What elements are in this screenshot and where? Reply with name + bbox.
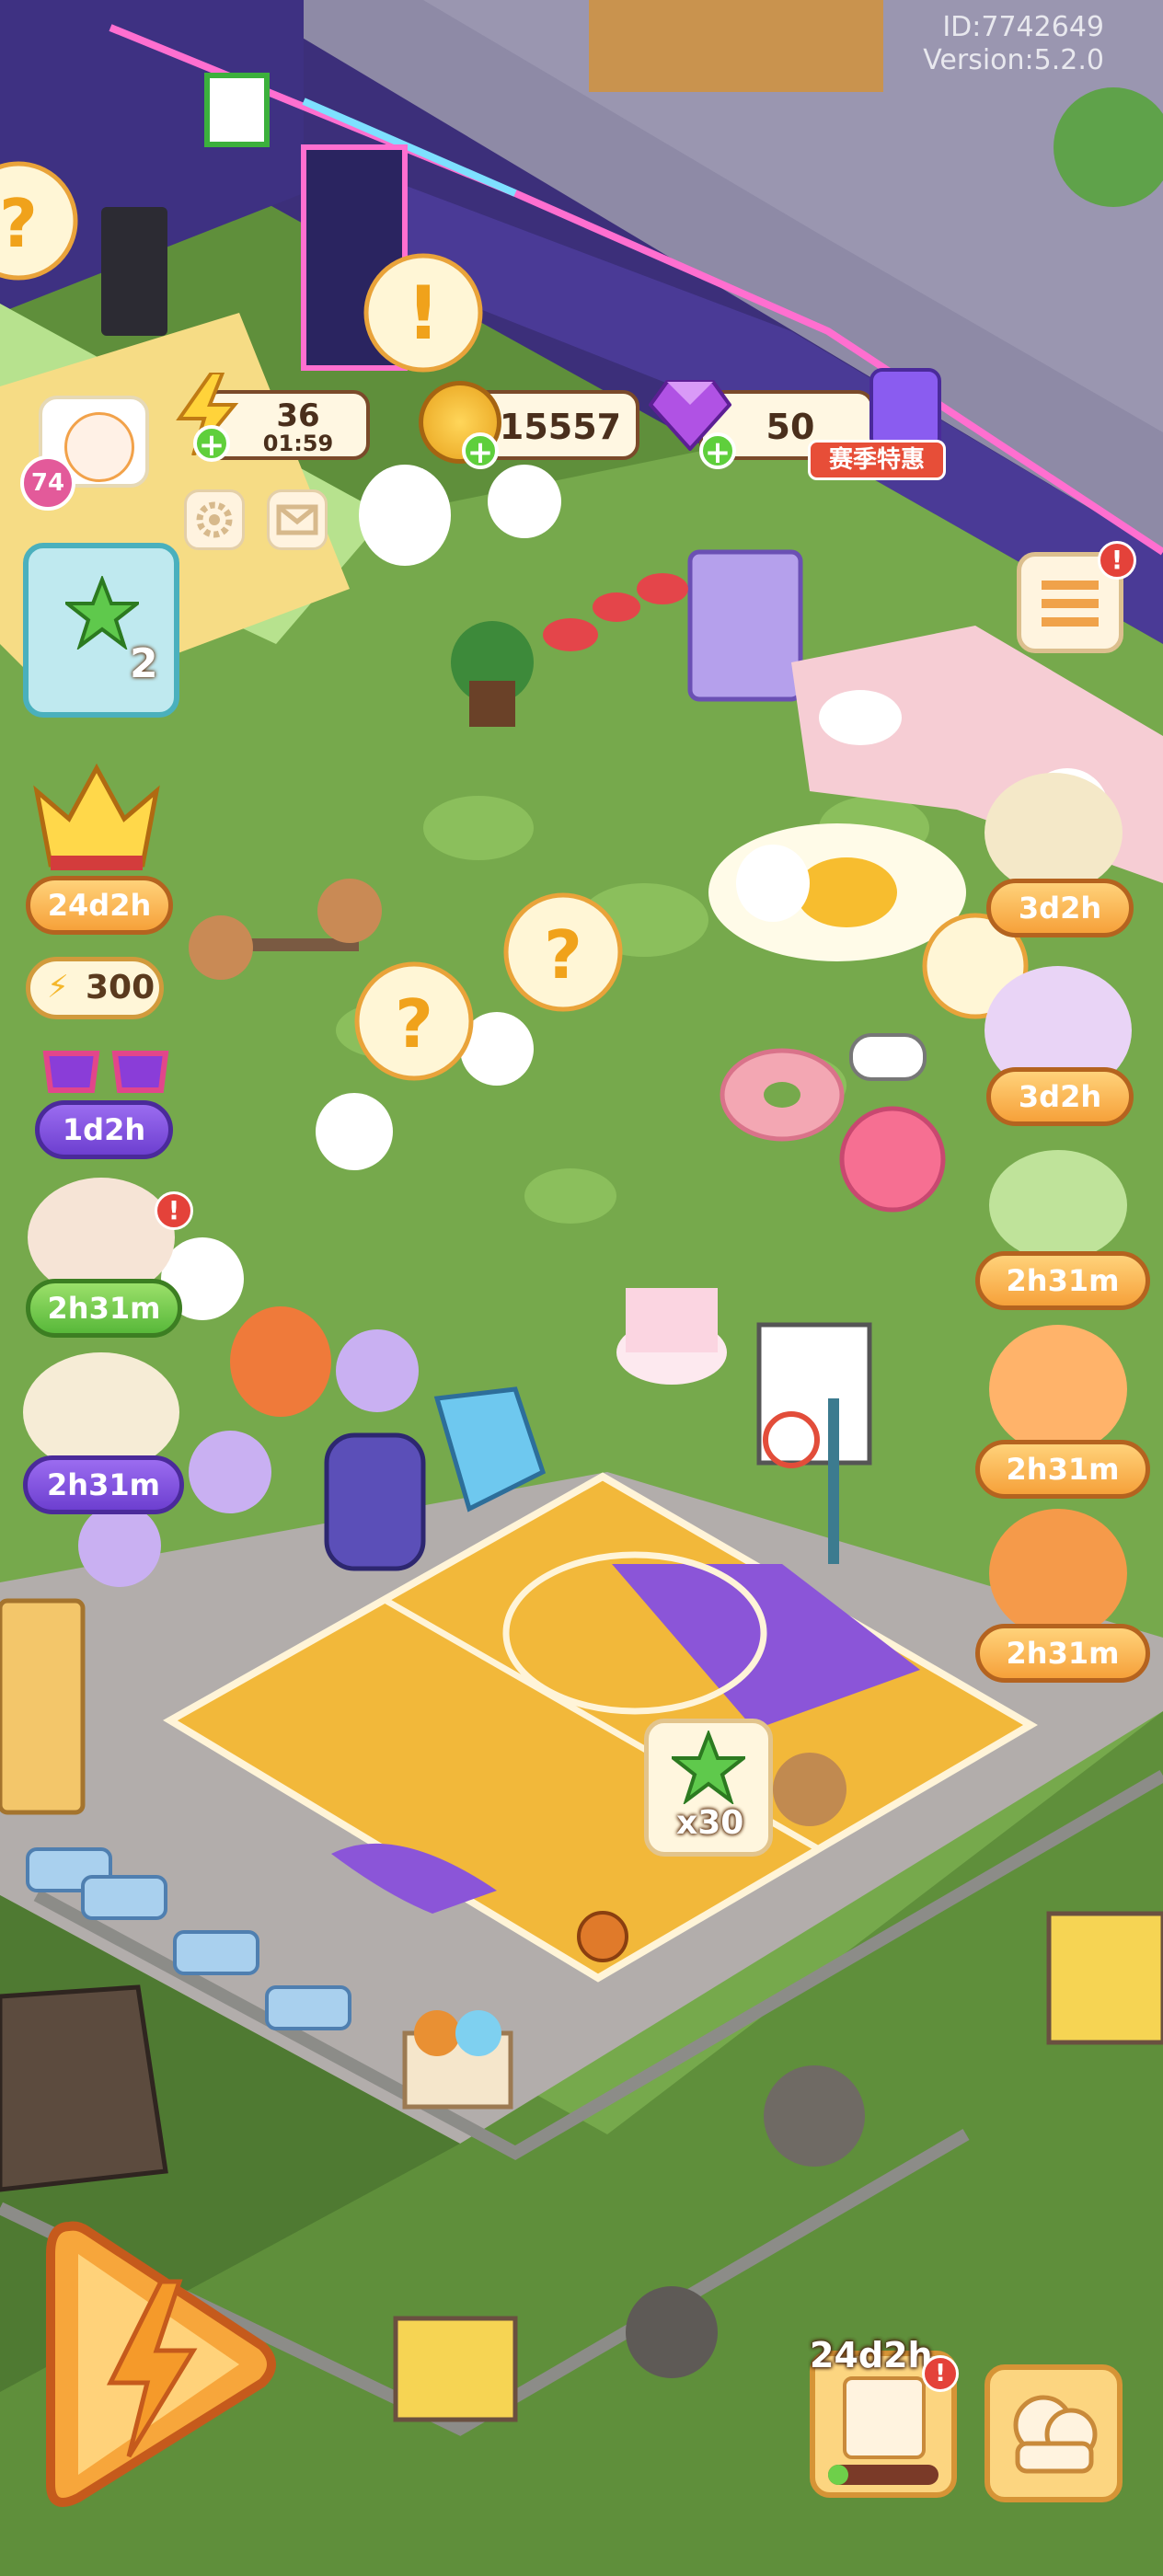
energy-timer: 01:59 — [262, 431, 334, 456]
heart-glasses-icon[interactable] — [37, 1035, 175, 1109]
coin-value: 15557 — [499, 407, 622, 447]
chat-bubble — [849, 1033, 927, 1081]
fire-event-icon[interactable] — [989, 1325, 1127, 1454]
speaker — [101, 207, 167, 336]
gear-icon — [196, 501, 233, 538]
gift-alert-badge: ! — [155, 1191, 193, 1230]
study-duck-event-timer: 3d2h — [986, 879, 1134, 937]
season-pack-icon[interactable] — [869, 368, 941, 451]
lollipop — [839, 1106, 946, 1213]
friends-button[interactable] — [985, 2364, 1123, 2502]
album-alert-badge: ! — [922, 2355, 959, 2392]
player-level: 74 — [20, 455, 75, 511]
princess-event-timer: 3d2h — [986, 1067, 1134, 1126]
mail-button[interactable] — [267, 489, 328, 550]
bird-gift-event-timer: 2h31m — [26, 1279, 182, 1338]
play-button[interactable] — [32, 2208, 281, 2521]
settings-button[interactable] — [184, 489, 245, 550]
wall-clock — [204, 73, 270, 147]
task-board-button[interactable]: 2 — [23, 543, 179, 718]
photo-cards-icon — [843, 2376, 926, 2459]
crown-event-timer: 24d2h — [26, 876, 173, 935]
crown-event-icon[interactable] — [28, 763, 166, 874]
lightning-small-icon: ⚡ — [47, 969, 69, 1006]
user-id: ID:7742649 — [942, 11, 1104, 43]
task-count: 2 — [130, 640, 158, 687]
stump — [764, 2065, 865, 2167]
season-offer-label[interactable]: 赛季特惠 — [808, 440, 946, 480]
energy-value: 36 — [276, 397, 320, 434]
svg-text:?: ? — [0, 185, 38, 262]
star-reward-icon — [668, 1729, 749, 1806]
add-energy-button[interactable]: + — [193, 425, 230, 462]
add-coins-button[interactable]: + — [462, 432, 499, 469]
svg-text:?: ? — [544, 916, 582, 994]
explosion-event-timer: 2h31m — [975, 1624, 1150, 1683]
friends-icon — [1013, 2395, 1098, 2474]
envelope-icon — [276, 504, 318, 535]
glasses-event-timer: 1d2h — [35, 1100, 173, 1159]
explosion-event-icon[interactable] — [989, 1509, 1127, 1638]
planter — [589, 0, 883, 92]
energy-reward-bubble[interactable]: ⚡ 300 — [26, 957, 164, 1019]
jukebox — [324, 1432, 426, 1571]
album-timer: 24d2h — [810, 2335, 933, 2375]
card-event-icon[interactable] — [23, 1352, 179, 1472]
svg-text:!: ! — [407, 270, 440, 356]
garden-event-icon[interactable] — [989, 1150, 1127, 1260]
lockers — [0, 1598, 86, 1815]
duck-face-icon — [64, 412, 134, 482]
purple-ball — [189, 1431, 271, 1513]
broken-piano — [0, 1984, 168, 2192]
add-gems-button[interactable]: + — [699, 432, 736, 469]
album-progress-bar — [828, 2465, 938, 2485]
card-event-timer: 2h31m — [23, 1455, 184, 1514]
billboard-bottom — [393, 2316, 518, 2422]
court-reward-count: x30 — [676, 1804, 744, 1842]
version-label: Version:5.2.0 — [923, 44, 1104, 76]
study-duck-event-icon[interactable] — [985, 773, 1123, 892]
notification-badge: ! — [1098, 541, 1136, 580]
star-icon — [62, 574, 143, 651]
basketball — [577, 1911, 628, 1962]
vending-machine — [687, 549, 803, 702]
garden-event-timer: 2h31m — [975, 1251, 1150, 1310]
svg-text:?: ? — [395, 985, 433, 1063]
energy-reward-amount: 300 — [86, 969, 155, 1006]
fire-event-timer: 2h31m — [975, 1440, 1150, 1499]
billboard — [1046, 1911, 1163, 2045]
court-reward-bubble[interactable]: x30 — [644, 1719, 773, 1857]
